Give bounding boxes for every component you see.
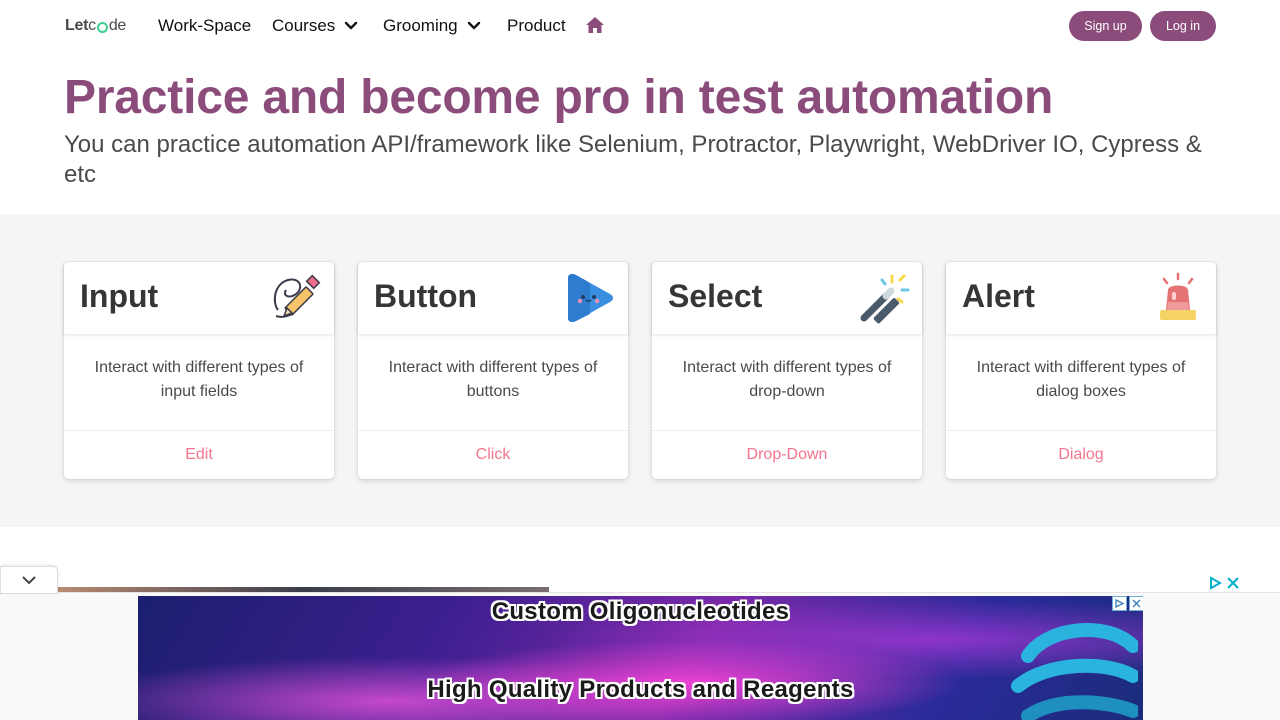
card-description: Interact with different types of buttons <box>388 359 598 400</box>
ad-info-icon[interactable] <box>1112 596 1127 611</box>
dialog-link[interactable]: Dialog <box>1058 446 1103 464</box>
card-footer: Edit <box>64 430 334 479</box>
card-alert: Alert Interact with different types of d… <box>946 262 1216 479</box>
card-button: Button Interact with different types of … <box>358 262 628 479</box>
page-title: Practice and become pro in test automati… <box>64 71 1054 124</box>
magic-wand-icon <box>858 272 910 324</box>
swirl-logo-icon <box>1011 623 1138 720</box>
card-description: Interact with different types of input f… <box>94 359 304 400</box>
card-footer: Drop-Down <box>652 430 922 479</box>
ad-tagline: High Quality Products and Reagents <box>427 676 854 703</box>
card-input: Input Interact with different types of i… <box>64 262 334 479</box>
card-description: Interact with different types of drop-do… <box>682 359 892 400</box>
chevron-down-icon <box>467 21 481 31</box>
home-icon[interactable] <box>585 16 605 34</box>
logo-text-let: Let <box>65 17 89 34</box>
card-title: Alert <box>962 278 1035 314</box>
chevron-down-icon <box>22 576 36 585</box>
logo-text-de: de <box>108 17 127 34</box>
nav-product-label: Product <box>507 16 566 35</box>
ad-choices-icon[interactable] <box>1208 576 1222 590</box>
logo-circle-icon <box>96 21 108 33</box>
card-title: Input <box>80 278 159 314</box>
close-icon[interactable] <box>1226 576 1240 590</box>
ad-banner[interactable]: Custom Oligonucleotides High Quality Pro… <box>138 596 1143 720</box>
ad-headline: Custom Oligonucleotides <box>491 598 790 625</box>
pencil-icon <box>270 272 322 324</box>
ad-choices[interactable] <box>1208 576 1240 590</box>
siren-icon <box>1152 272 1204 324</box>
page-subtitle: You can practice automation API/framewor… <box>64 131 1202 188</box>
card-header: Alert <box>946 262 1216 334</box>
logo[interactable]: Let c de <box>65 16 126 36</box>
nav-product[interactable]: Product <box>507 14 566 38</box>
card-select: Select Interact with different types of … <box>652 262 922 479</box>
card-title: Button <box>374 278 478 314</box>
nav-work-space-label: Work-Space <box>158 16 252 35</box>
cards-section: Input Interact with different types of i… <box>0 214 1280 527</box>
click-link[interactable]: Click <box>476 446 511 464</box>
card-title: Select <box>668 278 763 314</box>
nav-grooming-label: Grooming <box>383 16 458 35</box>
login-button[interactable]: Log in <box>1150 11 1216 41</box>
edit-link[interactable]: Edit <box>185 446 213 464</box>
nav-courses[interactable]: Courses <box>272 14 358 38</box>
nav-work-space[interactable]: Work-Space <box>158 14 251 38</box>
card-header: Select <box>652 262 922 334</box>
logo-text-c: c <box>88 17 96 34</box>
card-header: Button <box>358 262 628 334</box>
ad-banner-controls <box>1112 596 1143 611</box>
nav-courses-label: Courses <box>272 16 336 35</box>
navbar: Let c de Work-Space Courses Grooming Produ… <box>0 0 1280 52</box>
close-icon[interactable] <box>1129 596 1143 611</box>
chevron-down-icon <box>344 21 358 31</box>
card-footer: Click <box>358 430 628 479</box>
ad-collapse-button[interactable] <box>0 566 58 594</box>
card-header: Input <box>64 262 334 334</box>
signup-button[interactable]: Sign up <box>1069 11 1142 41</box>
card-footer: Dialog <box>946 430 1216 479</box>
card-description: Interact with different types of dialog … <box>976 359 1186 400</box>
drop-down-link[interactable]: Drop-Down <box>747 446 828 464</box>
nav-grooming[interactable]: Grooming <box>383 14 481 38</box>
play-button-icon <box>564 272 616 324</box>
